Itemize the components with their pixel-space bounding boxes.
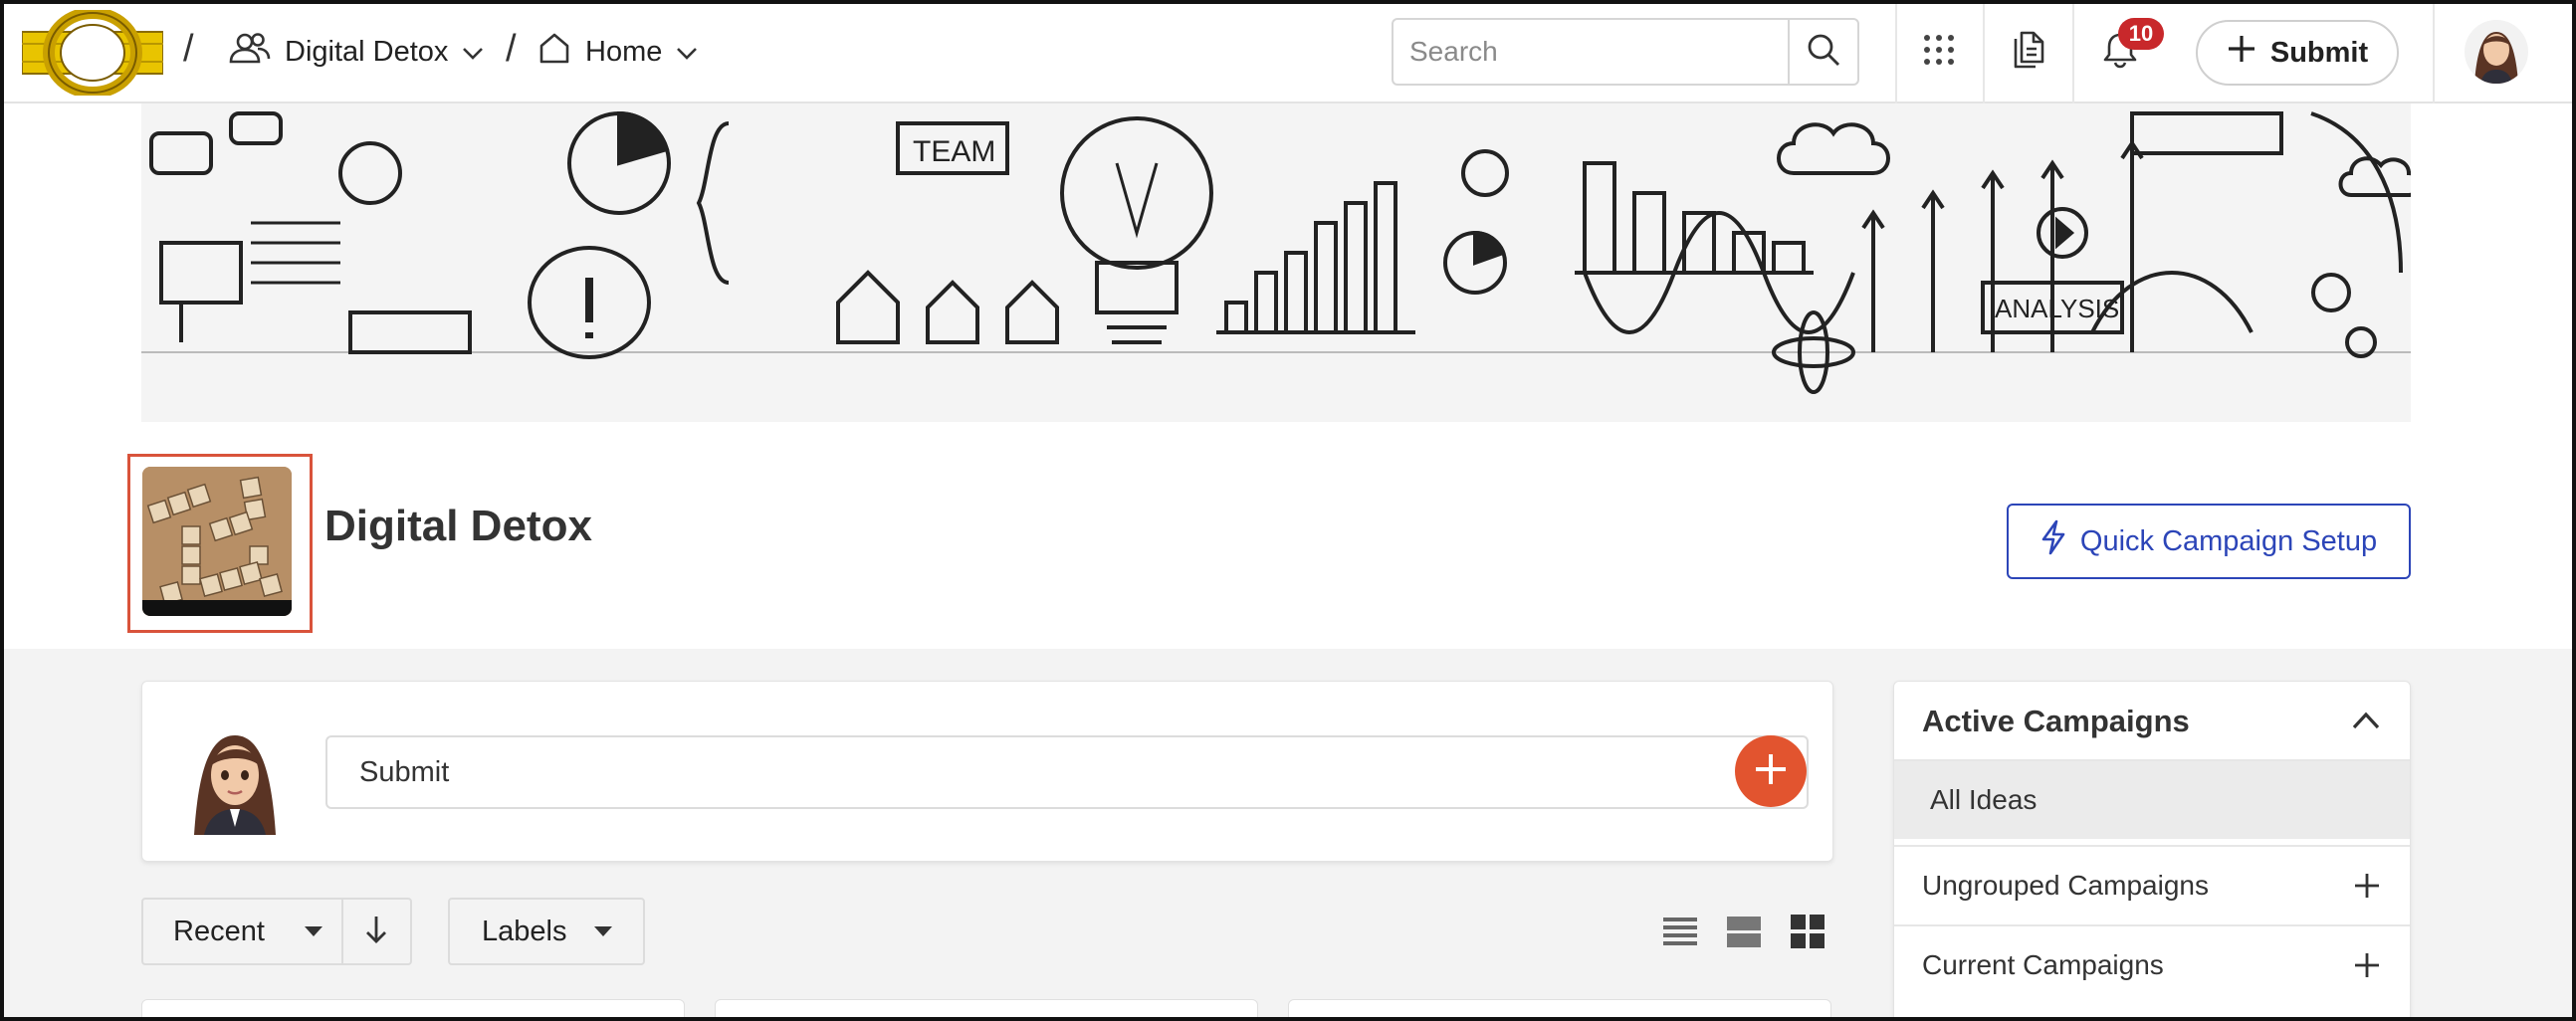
search-box — [1392, 18, 1859, 86]
divider — [1895, 0, 1897, 103]
group-icon — [227, 31, 271, 73]
sidebar-item-ungrouped-campaigns[interactable]: Ungrouped Campaigns — [1894, 845, 2410, 924]
compact-view-icon — [1726, 917, 1762, 953]
submit-idea-input[interactable]: Submit — [325, 735, 1809, 809]
divider — [2072, 0, 2074, 103]
active-campaigns-title: Active Campaigns — [1922, 704, 2190, 738]
lightning-icon — [2040, 519, 2066, 563]
apps-grid-icon — [1922, 33, 1956, 72]
idea-card[interactable] — [1288, 999, 1831, 1021]
current-user-avatar — [180, 715, 290, 835]
documents-button[interactable] — [2003, 26, 2054, 78]
submit-idea-add-button[interactable] — [1735, 735, 1807, 807]
svg-text:TEAM: TEAM — [913, 135, 995, 168]
grid-view-icon — [1790, 915, 1825, 953]
group-banner-image: TEAM ANALYSIS — [141, 103, 2411, 422]
compact-view-button[interactable] — [1726, 914, 1766, 953]
grid-view-button[interactable] — [1790, 914, 1829, 953]
search-icon — [1806, 32, 1841, 73]
idea-card[interactable] — [141, 999, 685, 1021]
sort-direction-button[interactable] — [343, 900, 410, 963]
divider — [1983, 0, 1985, 103]
breadcrumb-home-label: Home — [585, 35, 663, 68]
home-icon — [537, 31, 571, 73]
chevron-down-icon — [676, 36, 698, 69]
documents-icon — [2011, 31, 2046, 74]
user-avatar[interactable] — [2465, 20, 2528, 84]
submit-idea-card: Submit — [141, 681, 1833, 862]
labels-dropdown[interactable]: Labels — [448, 898, 645, 965]
sidebar-item-label: All Ideas — [1930, 784, 2038, 815]
notification-count-badge: 10 — [2118, 18, 2164, 50]
collapse-panel-button[interactable] — [2352, 712, 2380, 734]
plus-icon[interactable] — [2354, 873, 2380, 906]
breadcrumb-home[interactable]: Home — [537, 24, 698, 80]
divider — [2433, 0, 2435, 103]
breadcrumb-group-label: Digital Detox — [285, 35, 449, 68]
list-view-icon — [1662, 918, 1698, 953]
labels-label: Labels — [482, 915, 567, 947]
sort-dropdown[interactable]: Recent — [143, 900, 343, 963]
breadcrumb-separator: / — [506, 28, 517, 70]
chevron-up-icon — [2352, 712, 2380, 733]
sidebar-item-all-ideas[interactable]: All Ideas — [1894, 759, 2410, 839]
group-title: Digital Detox — [324, 502, 592, 550]
app-logo[interactable] — [21, 7, 164, 99]
chevron-down-icon — [462, 36, 484, 69]
plus-icon[interactable] — [2354, 952, 2380, 985]
idea-card[interactable] — [715, 999, 1258, 1021]
apps-grid-button[interactable] — [1913, 26, 1965, 78]
breadcrumb-group[interactable]: Digital Detox — [227, 24, 484, 80]
breadcrumb-separator: / — [183, 28, 194, 70]
plus-icon — [1753, 751, 1789, 792]
caret-down-icon — [304, 926, 322, 936]
svg-text:ANALYSIS: ANALYSIS — [1995, 294, 2119, 323]
sidebar-item-label: Ungrouped Campaigns — [1922, 870, 2209, 901]
sidebar-item-current-campaigns[interactable]: Current Campaigns — [1894, 924, 2410, 1004]
submit-button[interactable]: Submit — [2196, 20, 2399, 86]
sort-label: Recent — [173, 915, 265, 947]
sort-control: Recent — [141, 898, 412, 965]
search-button[interactable] — [1788, 20, 1857, 84]
plus-icon — [2227, 34, 2256, 72]
quick-campaign-setup-label: Quick Campaign Setup — [2079, 524, 2378, 557]
arrow-down-icon — [364, 915, 388, 949]
group-thumbnail-image — [142, 467, 292, 616]
group-image-selected[interactable] — [127, 454, 313, 633]
caret-down-icon — [594, 926, 613, 936]
top-navigation-bar: / Digital Detox / Home Search 10 Submit — [0, 0, 2576, 103]
active-campaigns-panel: Active Campaigns All Ideas Ungrouped Cam… — [1893, 681, 2411, 1021]
submit-button-label: Submit — [2269, 36, 2369, 69]
quick-campaign-setup-button[interactable]: Quick Campaign Setup — [2007, 504, 2411, 579]
search-input[interactable] — [1394, 20, 1792, 84]
list-view-button[interactable] — [1662, 914, 1702, 953]
sidebar-item-label: Current Campaigns — [1922, 949, 2164, 980]
